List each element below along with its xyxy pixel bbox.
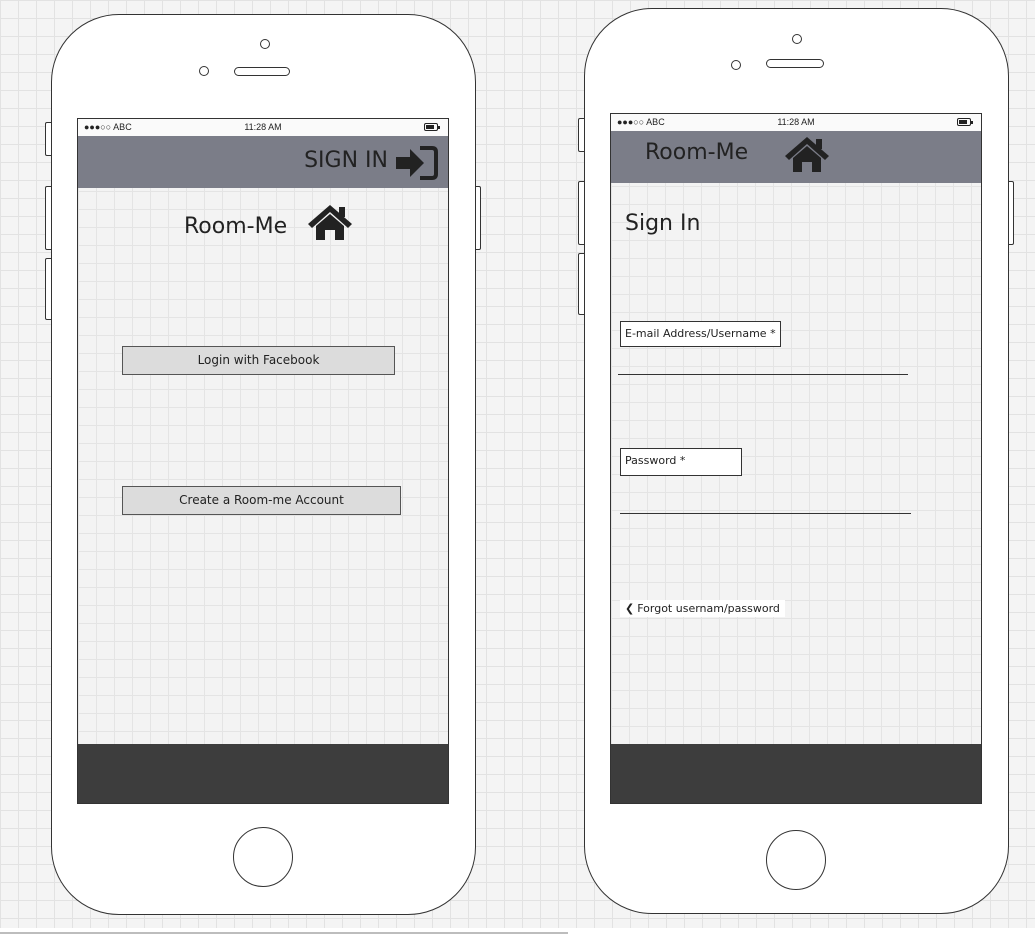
email-field-underline: [618, 374, 908, 375]
phone2-sensor: [731, 60, 741, 70]
email-field-label: E-mail Address/Username *: [620, 321, 781, 347]
app-title: Room-Me: [184, 214, 288, 239]
phone1-sensor: [199, 66, 209, 76]
nav-sign-in-title[interactable]: SIGN IN: [304, 148, 388, 173]
nav-bar: Room-Me: [611, 131, 981, 183]
password-field[interactable]: [621, 491, 907, 511]
canvas-divider: [0, 932, 568, 934]
login-facebook-button[interactable]: Login with Facebook: [122, 346, 395, 375]
sign-in-icon[interactable]: [392, 143, 440, 183]
status-bar: ●●●○○ ABC 11:28 AM: [78, 119, 448, 136]
battery-icon: [957, 118, 973, 126]
page-title: Sign In: [625, 211, 701, 236]
phone1-speaker: [234, 67, 290, 76]
nav-app-title: Room-Me: [645, 140, 749, 165]
home-icon: [306, 203, 354, 241]
create-account-button[interactable]: Create a Room-me Account: [122, 486, 401, 515]
phone2-home-button[interactable]: [766, 830, 826, 890]
chevron-left-icon: ❮: [625, 602, 635, 615]
footer-bar: [611, 744, 981, 803]
status-time: 11:28 AM: [777, 117, 815, 127]
battery-icon: [424, 123, 440, 131]
phone2-camera: [792, 34, 802, 44]
phone1-screen: ●●●○○ ABC 11:28 AM SIGN IN Room-Me Login…: [77, 118, 449, 804]
phone2-speaker: [766, 59, 824, 68]
phone2-screen: ●●●○○ ABC 11:28 AM Room-Me Sign In E-mai…: [610, 113, 982, 804]
email-field[interactable]: [621, 352, 903, 372]
status-time: 11:28 AM: [244, 122, 282, 132]
forgot-password-link[interactable]: ❮ Forgot usernam/password: [620, 600, 785, 617]
status-bar: ●●●○○ ABC 11:28 AM: [611, 114, 981, 131]
home-icon: [783, 134, 831, 174]
forgot-password-label: Forgot usernam/password: [637, 602, 780, 615]
footer-bar: [78, 744, 448, 803]
password-field-label: Password *: [620, 448, 742, 476]
nav-bar: SIGN IN: [78, 136, 448, 188]
phone1-home-button[interactable]: [233, 827, 293, 887]
password-field-underline: [620, 513, 911, 514]
phone1-camera: [260, 39, 270, 49]
